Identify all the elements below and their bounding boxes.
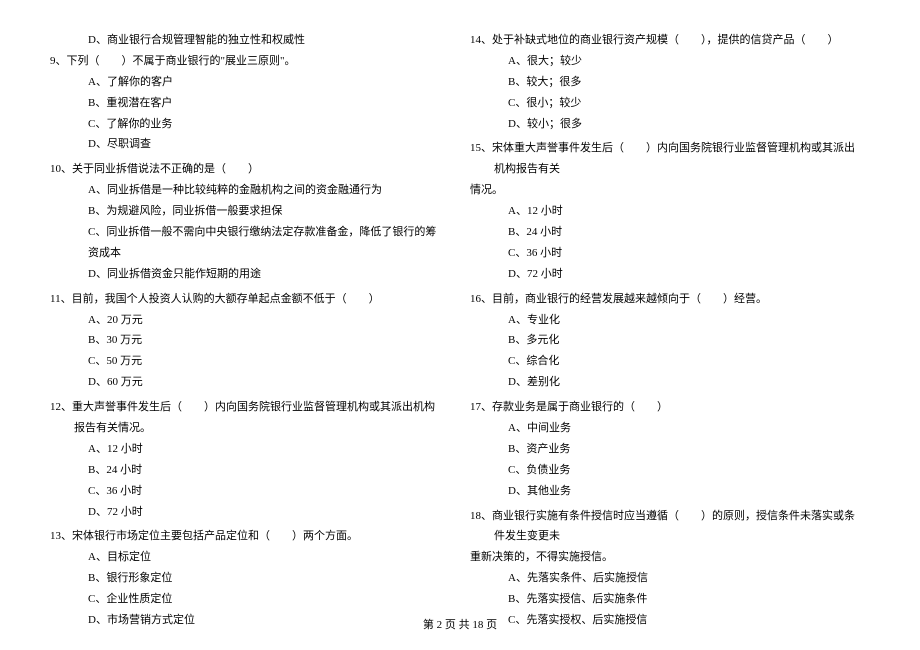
question-14: 14、处于补缺式地位的商业银行资产规模（ ），提供的信贷产品（ ） A、很大；较… [470, 30, 860, 134]
question-stem: 15、宋体重大声誉事件发生后（ ）内向国务院银行业监督管理机构或其派出机构报告有… [470, 138, 860, 180]
option: B、较大；很多 [470, 72, 860, 93]
option: A、中间业务 [470, 418, 860, 439]
option: C、50 万元 [50, 351, 440, 372]
option: D、商业银行合规管理智能的独立性和权威性 [50, 30, 440, 51]
option: B、资产业务 [470, 439, 860, 460]
option: B、24 小时 [470, 222, 860, 243]
question-12: 12、重大声誉事件发生后（ ）内向国务院银行业监督管理机构或其派出机构报告有关情… [50, 397, 440, 522]
question-stem: 18、商业银行实施有条件授信时应当遵循（ ）的原则，授信条件未落实或条件发生变更… [470, 506, 860, 548]
option: D、尽职调查 [50, 134, 440, 155]
option: C、36 小时 [50, 481, 440, 502]
option: D、60 万元 [50, 372, 440, 393]
option: D、较小；很多 [470, 114, 860, 135]
question-stem: 16、目前，商业银行的经营发展越来越倾向于（ ）经营。 [470, 289, 860, 310]
option: B、多元化 [470, 330, 860, 351]
question-16: 16、目前，商业银行的经营发展越来越倾向于（ ）经营。 A、专业化 B、多元化 … [470, 289, 860, 393]
option: C、同业拆借一般不需向中央银行缴纳法定存款准备金，降低了银行的筹资成本 [50, 222, 440, 264]
option: B、重视潜在客户 [50, 93, 440, 114]
option: A、12 小时 [50, 439, 440, 460]
option: C、了解你的业务 [50, 114, 440, 135]
option: D、72 小时 [50, 502, 440, 523]
question-stem: 17、存款业务是属于商业银行的（ ） [470, 397, 860, 418]
option: B、30 万元 [50, 330, 440, 351]
question-stem-cont: 重新决策的，不得实施授信。 [470, 547, 860, 568]
question-18: 18、商业银行实施有条件授信时应当遵循（ ）的原则，授信条件未落实或条件发生变更… [470, 506, 860, 631]
option: C、很小；较少 [470, 93, 860, 114]
option: C、36 小时 [470, 243, 860, 264]
question-stem: 13、宋体银行市场定位主要包括产品定位和（ ）两个方面。 [50, 526, 440, 547]
question-stem-cont: 情况。 [470, 180, 860, 201]
option: D、其他业务 [470, 481, 860, 502]
option: A、先落实条件、后实施授信 [470, 568, 860, 589]
option: D、差别化 [470, 372, 860, 393]
option: A、12 小时 [470, 201, 860, 222]
right-column: 14、处于补缺式地位的商业银行资产规模（ ），提供的信贷产品（ ） A、很大；较… [450, 30, 870, 635]
option: A、目标定位 [50, 547, 440, 568]
option: A、专业化 [470, 310, 860, 331]
option: B、为规避风险，同业拆借一般要求担保 [50, 201, 440, 222]
option: C、负债业务 [470, 460, 860, 481]
question-stem: 10、关于同业拆借说法不正确的是（ ） [50, 159, 440, 180]
page-footer: 第 2 页 共 18 页 [0, 616, 920, 632]
question-stem: 11、目前，我国个人投资人认购的大额存单起点金额不低于（ ） [50, 289, 440, 310]
option: A、很大；较少 [470, 51, 860, 72]
option: B、银行形象定位 [50, 568, 440, 589]
option: A、20 万元 [50, 310, 440, 331]
option: B、先落实授信、后实施条件 [470, 589, 860, 610]
option: A、同业拆借是一种比较纯粹的金融机构之间的资金融通行为 [50, 180, 440, 201]
option: C、综合化 [470, 351, 860, 372]
question-stem: 14、处于补缺式地位的商业银行资产规模（ ），提供的信贷产品（ ） [470, 30, 860, 51]
question-11: 11、目前，我国个人投资人认购的大额存单起点金额不低于（ ） A、20 万元 B… [50, 289, 440, 393]
question-stem: 12、重大声誉事件发生后（ ）内向国务院银行业监督管理机构或其派出机构报告有关情… [50, 397, 440, 439]
option: C、企业性质定位 [50, 589, 440, 610]
question-10: 10、关于同业拆借说法不正确的是（ ） A、同业拆借是一种比较纯粹的金融机构之间… [50, 159, 440, 284]
question-stem: 9、下列（ ）不属于商业银行的"展业三原则"。 [50, 51, 440, 72]
question-17: 17、存款业务是属于商业银行的（ ） A、中间业务 B、资产业务 C、负债业务 … [470, 397, 860, 501]
left-column: D、商业银行合规管理智能的独立性和权威性 9、下列（ ）不属于商业银行的"展业三… [50, 30, 450, 635]
question-9: 9、下列（ ）不属于商业银行的"展业三原则"。 A、了解你的客户 B、重视潜在客… [50, 51, 440, 155]
option: D、同业拆借资金只能作短期的用途 [50, 264, 440, 285]
option: A、了解你的客户 [50, 72, 440, 93]
option: B、24 小时 [50, 460, 440, 481]
option: D、72 小时 [470, 264, 860, 285]
question-15: 15、宋体重大声誉事件发生后（ ）内向国务院银行业监督管理机构或其派出机构报告有… [470, 138, 860, 284]
page-body: D、商业银行合规管理智能的独立性和权威性 9、下列（ ）不属于商业银行的"展业三… [0, 0, 920, 635]
